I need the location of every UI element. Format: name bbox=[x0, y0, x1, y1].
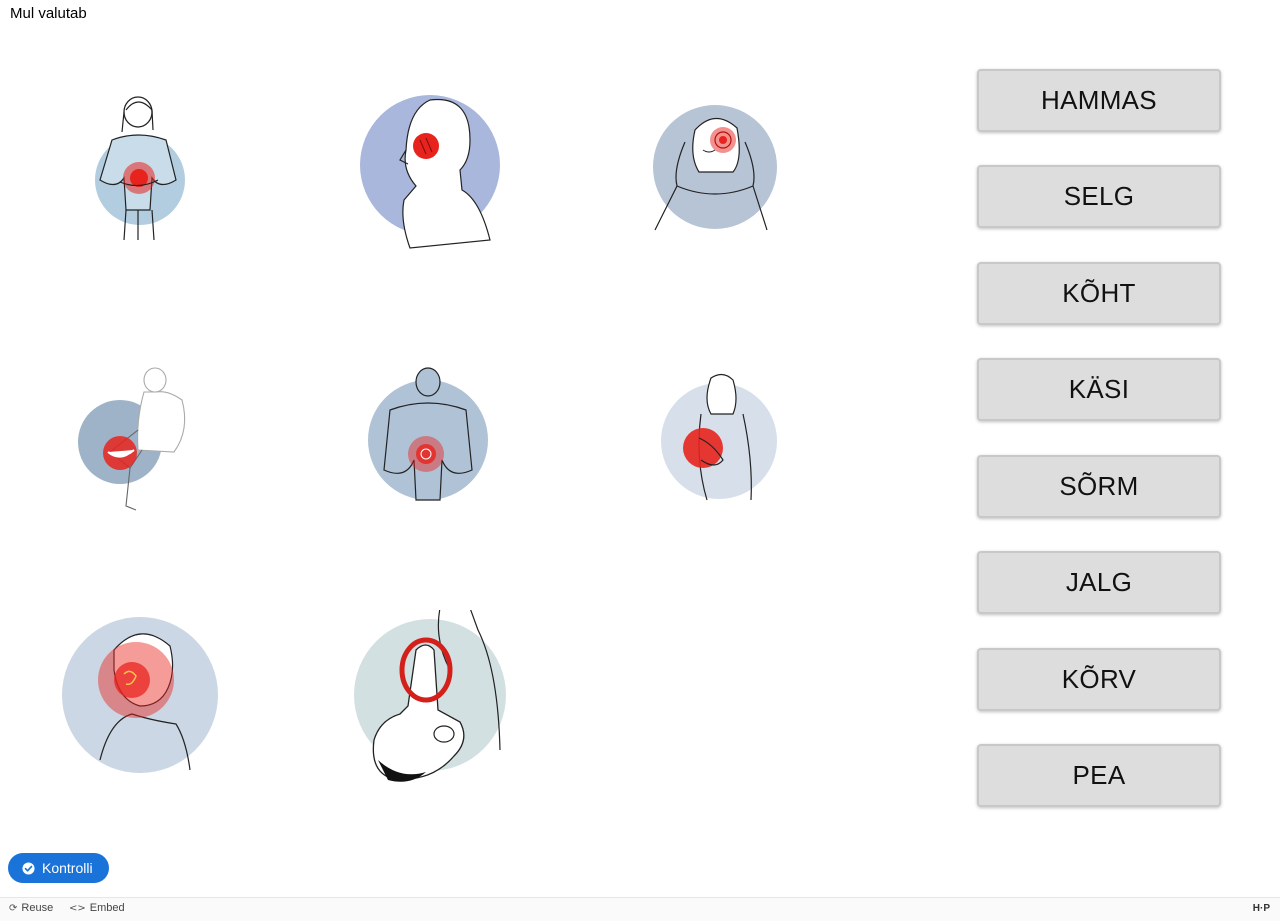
embed-label: Embed bbox=[89, 902, 125, 914]
tooth-pain-image[interactable] bbox=[330, 90, 530, 270]
tooth-pain-illustration bbox=[360, 95, 500, 249]
task-title: Mul valutab bbox=[10, 5, 87, 22]
word-button-hammas[interactable]: HAMMAS bbox=[977, 69, 1221, 132]
hand-pain-image[interactable] bbox=[615, 360, 815, 540]
check-button[interactable]: Kontrolli bbox=[8, 853, 109, 883]
head-pain-illustration bbox=[653, 105, 777, 231]
word-button-korv[interactable]: KÕRV bbox=[977, 648, 1221, 711]
leg-pain-image[interactable] bbox=[40, 360, 240, 540]
leg-pain-illustration bbox=[78, 367, 186, 511]
ear-pain-image[interactable] bbox=[40, 610, 240, 790]
head-pain-image[interactable] bbox=[615, 90, 815, 270]
word-button-kasi[interactable]: KÄSI bbox=[977, 358, 1221, 421]
word-button-sorm[interactable]: SÕRM bbox=[977, 455, 1221, 518]
footer-bar: ⟳ Reuse <> Embed H·P bbox=[0, 897, 1280, 921]
finger-pain-image[interactable] bbox=[330, 610, 530, 790]
word-button-selg[interactable]: SELG bbox=[977, 165, 1221, 228]
hand-pain-illustration bbox=[661, 373, 777, 501]
reuse-label: Reuse bbox=[21, 902, 54, 914]
back-pain-image[interactable] bbox=[330, 360, 530, 540]
stomach-pain-illustration bbox=[95, 96, 185, 241]
h5p-logo[interactable]: H·P bbox=[1253, 903, 1270, 914]
image-drop-area bbox=[0, 40, 900, 840]
embed-link[interactable]: <> Embed bbox=[69, 902, 125, 914]
stomach-pain-image[interactable] bbox=[40, 90, 240, 270]
word-button-pea[interactable]: PEA bbox=[977, 744, 1221, 807]
back-pain-illustration bbox=[368, 367, 488, 501]
reuse-icon: ⟳ bbox=[9, 902, 18, 914]
ear-pain-illustration bbox=[62, 617, 218, 773]
word-button-jalg[interactable]: JALG bbox=[977, 551, 1221, 614]
reuse-link[interactable]: ⟳ Reuse bbox=[9, 902, 53, 914]
embed-icon: <> bbox=[69, 902, 86, 914]
finger-pain-illustration bbox=[354, 610, 506, 782]
word-button-koht[interactable]: KÕHT bbox=[977, 262, 1221, 325]
check-circle-icon bbox=[22, 861, 35, 875]
check-button-label: Kontrolli bbox=[42, 860, 93, 876]
